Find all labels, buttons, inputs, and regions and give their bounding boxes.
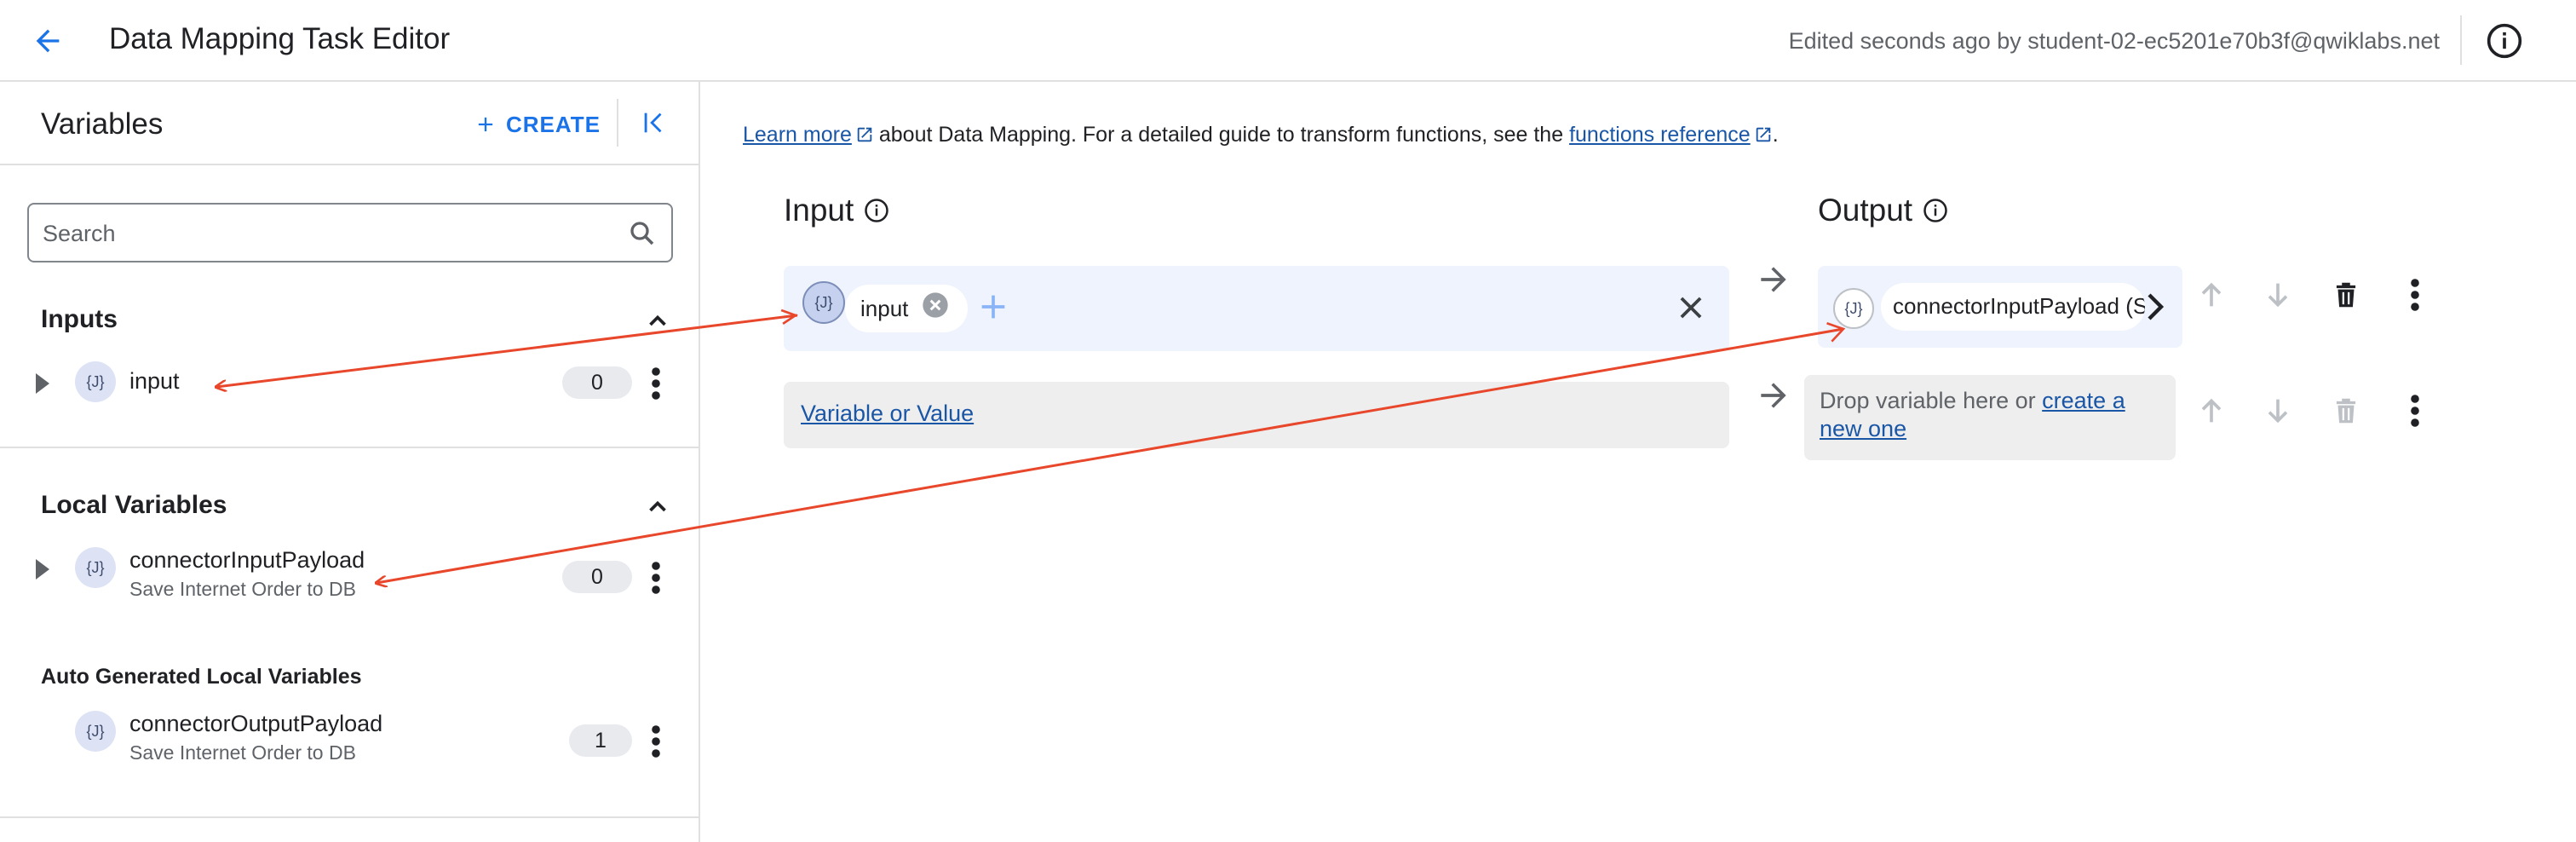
help-text: Learn more about Data Mapping. For a deta… bbox=[743, 123, 1779, 147]
json-type-badge: {J} bbox=[1833, 288, 1874, 329]
expand-arrow-icon[interactable] bbox=[32, 557, 53, 581]
arrow-up-icon bbox=[2201, 398, 2222, 423]
variable-name: input bbox=[129, 368, 180, 394]
variable-more-button[interactable] bbox=[644, 363, 668, 404]
move-down-button[interactable] bbox=[2259, 392, 2297, 430]
add-transform-icon[interactable] bbox=[976, 290, 1010, 324]
header-divider bbox=[2460, 15, 2462, 65]
input-column-title: Input bbox=[784, 193, 889, 228]
help-text-end: . bbox=[1772, 123, 1779, 147]
output-column-title: Output bbox=[1818, 193, 1948, 228]
output-variable-chip[interactable]: connectorInputPayload (Save Internet Ord… bbox=[1881, 283, 2145, 331]
functions-reference-link[interactable]: functions reference bbox=[1569, 123, 1751, 147]
inputs-collapse-toggle[interactable] bbox=[641, 303, 675, 337]
collapse-panel-icon bbox=[644, 112, 662, 133]
edited-status: Edited seconds ago by student-02-ec5201e… bbox=[1788, 28, 2440, 54]
close-icon[interactable] bbox=[1675, 291, 1707, 324]
info-icon[interactable] bbox=[1923, 198, 1948, 223]
chevron-up-icon bbox=[649, 314, 666, 326]
sidebar-header: Variables CREATE bbox=[0, 82, 699, 165]
variable-more-button[interactable] bbox=[644, 721, 668, 762]
info-icon bbox=[2487, 23, 2522, 59]
input-chip-label: input bbox=[860, 295, 909, 321]
variables-sidebar: Variables CREATE Inputs {J} input 0 Loca… bbox=[0, 82, 700, 842]
sidebar-title: Variables bbox=[41, 107, 164, 141]
chevron-right-icon[interactable] bbox=[2142, 290, 2167, 324]
search-icon[interactable] bbox=[627, 218, 658, 249]
external-link-icon bbox=[857, 127, 872, 142]
variable-name: connectorInputPayload bbox=[129, 547, 365, 573]
move-up-button[interactable] bbox=[2193, 392, 2230, 430]
page-title: Data Mapping Task Editor bbox=[109, 22, 451, 55]
back-button[interactable] bbox=[26, 19, 70, 63]
more-vert-icon bbox=[652, 562, 660, 594]
variable-subtitle: Save Internet Order to DB bbox=[129, 741, 356, 764]
usage-count-chip: 0 bbox=[562, 366, 632, 399]
arrow-right-icon bbox=[1761, 383, 1786, 408]
usage-count-chip: 0 bbox=[562, 561, 632, 593]
variable-name: connectorOutputPayload bbox=[129, 711, 383, 736]
arrow-down-icon bbox=[2268, 283, 2288, 308]
create-label: CREATE bbox=[506, 111, 601, 137]
back-arrow-icon bbox=[36, 29, 60, 53]
search-box bbox=[27, 203, 673, 262]
section-divider bbox=[0, 447, 699, 448]
mapping-output-row-1[interactable]: {J} connectorInputPayload (Save Internet… bbox=[1818, 266, 2182, 348]
info-icon[interactable] bbox=[864, 198, 889, 223]
more-vert-icon bbox=[652, 725, 660, 758]
inputs-section-title: Inputs bbox=[41, 305, 118, 333]
plus-icon bbox=[478, 117, 493, 132]
more-vert-icon bbox=[2411, 279, 2419, 311]
usage-count-chip: 1 bbox=[569, 724, 632, 757]
variable-subtitle: Save Internet Order to DB bbox=[129, 578, 356, 600]
drop-variable-text: Drop variable here or bbox=[1820, 388, 2036, 413]
mapping-input-row-2[interactable]: Variable or Value bbox=[784, 382, 1729, 448]
json-type-badge: {J} bbox=[75, 361, 116, 402]
collapse-panel-button[interactable] bbox=[635, 104, 673, 141]
local-variables-collapse-toggle[interactable] bbox=[641, 489, 675, 523]
more-vert-icon bbox=[652, 367, 660, 400]
local-variables-section-title: Local Variables bbox=[41, 491, 227, 519]
output-title-text: Output bbox=[1818, 193, 1913, 228]
delete-row-button[interactable] bbox=[2327, 392, 2365, 430]
learn-more-link[interactable]: Learn more bbox=[743, 123, 852, 147]
section-divider bbox=[0, 816, 699, 818]
arrow-up-icon bbox=[2201, 282, 2222, 307]
row-more-button[interactable] bbox=[2402, 389, 2428, 433]
sidebar-header-divider bbox=[617, 99, 618, 147]
variable-more-button[interactable] bbox=[644, 557, 668, 598]
remove-chip-icon[interactable] bbox=[922, 291, 949, 319]
move-down-button[interactable] bbox=[2259, 276, 2297, 314]
mapping-output-row-2[interactable]: Drop variable here or create a new one bbox=[1804, 375, 2176, 460]
external-link-icon bbox=[1756, 127, 1770, 142]
help-text-middle: about Data Mapping. For a detailed guide… bbox=[878, 123, 1564, 147]
mapping-input-row-1[interactable]: {J} input bbox=[784, 266, 1729, 351]
variable-row-input[interactable]: {J} input 0 bbox=[0, 349, 699, 418]
arrow-right-icon bbox=[1761, 267, 1786, 292]
delete-icon bbox=[2336, 282, 2356, 308]
expand-arrow-icon[interactable] bbox=[32, 372, 53, 395]
more-vert-icon bbox=[2411, 395, 2419, 427]
search-input[interactable] bbox=[43, 215, 605, 252]
input-title-text: Input bbox=[784, 193, 854, 228]
auto-generated-section-title: Auto Generated Local Variables bbox=[41, 665, 362, 689]
row-more-button[interactable] bbox=[2402, 273, 2428, 317]
chevron-up-icon bbox=[649, 500, 666, 512]
delete-row-button[interactable] bbox=[2327, 276, 2365, 314]
variable-row-connector-output-payload[interactable]: {J} connectorOutputPayload Save Internet… bbox=[0, 699, 699, 767]
move-up-button[interactable] bbox=[2193, 276, 2230, 314]
json-type-badge: {J} bbox=[75, 711, 116, 752]
variable-or-value-link[interactable]: Variable or Value bbox=[801, 401, 974, 427]
delete-icon bbox=[2336, 398, 2356, 424]
variable-row-connector-input-payload[interactable]: {J} connectorInputPayload Save Internet … bbox=[0, 535, 699, 603]
app-header: Data Mapping Task Editor Edited seconds … bbox=[0, 0, 2576, 82]
json-type-badge: {J} bbox=[75, 547, 116, 588]
info-button[interactable] bbox=[2482, 19, 2527, 63]
create-button[interactable]: CREATE bbox=[474, 107, 601, 141]
arrow-down-icon bbox=[2268, 399, 2288, 424]
json-type-badge: {J} bbox=[802, 281, 845, 324]
input-variable-chip[interactable]: input bbox=[845, 285, 969, 332]
